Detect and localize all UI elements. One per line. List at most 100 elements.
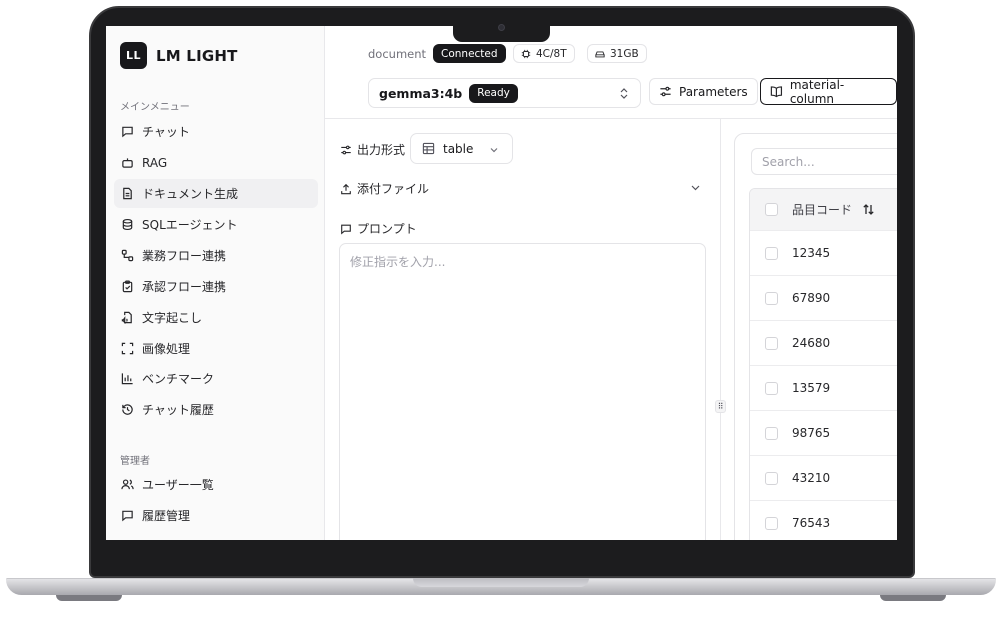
item-code-cell: 76543	[792, 516, 831, 530]
message-square-icon	[122, 510, 133, 522]
sidebar: LL LM LIGHT メインメニュー チャット RAG ドキュメント生成 SQ…	[106, 26, 325, 540]
chevron-down-icon[interactable]	[690, 182, 701, 193]
row-checkbox[interactable]	[765, 246, 778, 260]
sidebar-item-document[interactable]: ドキュメント生成	[114, 179, 318, 208]
hard-drive-icon	[595, 50, 605, 57]
sidebar-item-label: RAG	[142, 155, 168, 170]
laptop-foot-left	[56, 595, 122, 601]
row-checkbox[interactable]	[765, 471, 778, 485]
model-select[interactable]: gemma3:4b Ready	[368, 78, 641, 108]
material-column-button[interactable]: material-column	[760, 77, 897, 106]
sidebar-item-label: 履歴管理	[142, 509, 191, 523]
output-format-text: 出力形式	[357, 143, 406, 157]
sidebar-item-rag[interactable]: RAG	[114, 148, 318, 177]
laptop-base-notch	[413, 578, 589, 587]
table-header-row: 品目コード	[750, 189, 897, 231]
prompt-label: プロンプト	[340, 220, 417, 237]
history-icon	[122, 404, 133, 415]
laptop-chin	[106, 540, 897, 556]
sliders-icon	[660, 86, 671, 97]
sidebar-item-label: ユーザー一覧	[142, 478, 214, 492]
chevrons-up-down-icon	[620, 88, 628, 99]
cpu-value: 4C/8T	[536, 47, 567, 60]
sidebar-item-chat[interactable]: チャット	[114, 117, 318, 146]
table-row[interactable]: 43210	[750, 456, 897, 501]
item-code-cell: 24680	[792, 336, 831, 350]
table-row[interactable]: 67890	[750, 276, 897, 321]
table-row[interactable]: 12345	[750, 231, 897, 276]
sidebar-item-label: チャット履歴	[142, 403, 214, 417]
file-text-icon	[123, 187, 132, 200]
message-square-icon	[122, 126, 133, 138]
sort-icon[interactable]	[862, 203, 875, 216]
bar-chart-icon	[121, 373, 133, 385]
prompt-label-text: プロンプト	[357, 222, 417, 236]
data-table: 品目コード 12345 67890 24680 13579 98765 4321…	[749, 188, 897, 540]
sidebar-item-workflow[interactable]: 業務フロー連携	[114, 241, 318, 270]
sidebar-item-transcription[interactable]: 文字起こし	[114, 303, 318, 332]
item-code-cell: 98765	[792, 426, 831, 440]
table-row[interactable]: 13579	[750, 366, 897, 411]
prompt-textarea[interactable]: 修正指示を入力...	[339, 243, 706, 540]
item-code-cell: 12345	[792, 246, 831, 260]
prompt-placeholder: 修正指示を入力...	[350, 255, 446, 269]
row-checkbox[interactable]	[765, 516, 778, 530]
column-header-item-code[interactable]: 品目コード	[792, 201, 852, 218]
attachments-label: 添付ファイル	[357, 182, 430, 196]
item-code-cell: 13579	[792, 381, 831, 395]
model-status-badge: Ready	[469, 83, 518, 103]
file-audio-icon	[121, 311, 132, 324]
memory-value: 31GB	[610, 47, 639, 60]
row-checkbox[interactable]	[765, 336, 778, 350]
parameters-button[interactable]: Parameters	[649, 78, 758, 105]
sidebar-item-label: チャット	[142, 125, 190, 139]
table-row[interactable]: 24680	[750, 321, 897, 366]
row-checkbox[interactable]	[765, 291, 778, 305]
row-checkbox[interactable]	[765, 381, 778, 395]
output-format-select[interactable]: table	[410, 133, 513, 164]
search-placeholder: Search...	[762, 154, 815, 169]
scan-icon	[121, 342, 134, 355]
sidebar-item-image[interactable]: 画像処理	[114, 334, 318, 363]
database-icon	[122, 218, 133, 231]
sidebar-item-label: SQLエージェント	[142, 218, 238, 232]
parameters-label: Parameters	[679, 84, 748, 99]
resize-handle[interactable]: ⠿	[715, 400, 726, 413]
sidebar-item-label: ベンチマーク	[142, 372, 215, 386]
table-row[interactable]: 76543	[750, 501, 897, 540]
workflow-icon	[121, 249, 134, 262]
material-column-label: material-column	[789, 77, 845, 106]
laptop-foot-right	[880, 595, 946, 601]
panel-divider	[720, 119, 721, 540]
search-input[interactable]: Search...	[751, 148, 897, 175]
bot-icon	[122, 158, 133, 168]
app-screen: LL LM LIGHT メインメニュー チャット RAG ドキュメント生成 SQ…	[106, 26, 897, 540]
attachments-toggle[interactable]: 添付ファイル	[340, 180, 429, 197]
main-menu-heading: メインメニュー	[120, 102, 190, 113]
sidebar-item-benchmark[interactable]: ベンチマーク	[114, 364, 318, 393]
chevron-down-icon	[490, 148, 498, 153]
sliders-icon	[341, 145, 351, 154]
cpu-icon	[521, 49, 531, 58]
item-code-cell: 43210	[792, 471, 831, 485]
top-bar: document Connected 4C/8T 31GB gemma3:4b …	[325, 26, 897, 119]
output-format-label: 出力形式	[340, 141, 405, 158]
sidebar-item-history-admin[interactable]: 履歴管理	[114, 501, 318, 530]
brand-name: LM LIGHT	[156, 46, 238, 65]
sidebar-item-label: 文字起こし	[142, 311, 203, 325]
select-all-checkbox[interactable]	[765, 203, 778, 216]
row-checkbox[interactable]	[765, 426, 778, 440]
sidebar-item-chat-history[interactable]: チャット履歴	[114, 395, 318, 424]
cpu-badge: 4C/8T	[513, 44, 575, 63]
sidebar-item-approval[interactable]: 承認フロー連携	[114, 272, 318, 301]
brand-logo: LL	[120, 42, 147, 69]
table-icon	[422, 142, 435, 155]
sidebar-item-users[interactable]: ユーザー一覧	[114, 470, 318, 499]
table-row[interactable]: 98765	[750, 411, 897, 456]
upload-icon	[341, 183, 351, 194]
brand[interactable]: LL LM LIGHT	[120, 42, 238, 69]
model-name: gemma3:4b	[379, 85, 463, 101]
sidebar-item-sql[interactable]: SQLエージェント	[114, 210, 318, 239]
memory-badge: 31GB	[587, 44, 647, 63]
connection-status-badge: Connected	[433, 44, 506, 63]
